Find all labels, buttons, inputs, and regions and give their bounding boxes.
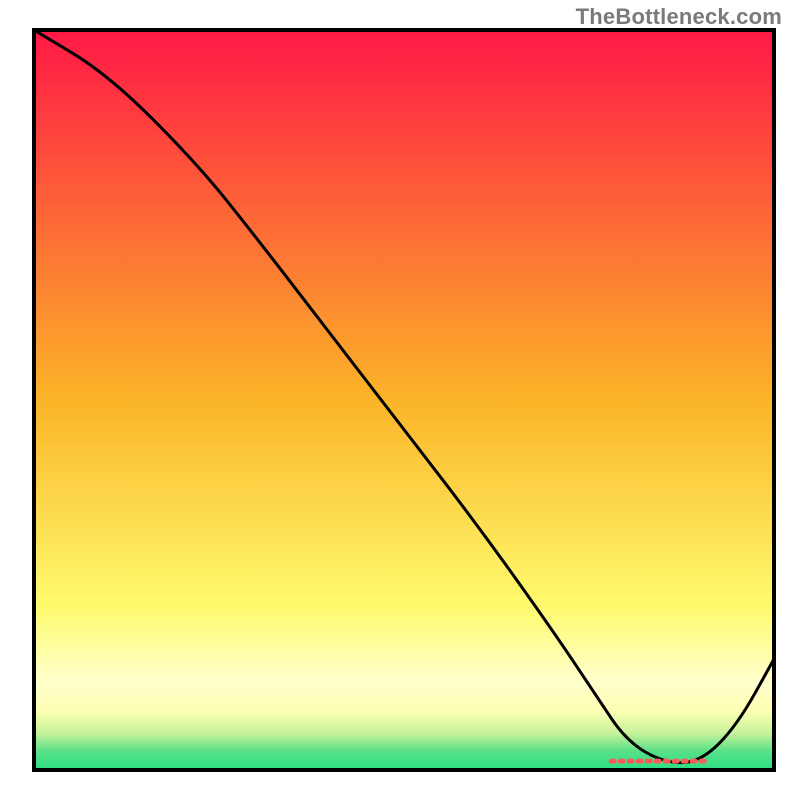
bottleneck-chart bbox=[0, 0, 800, 800]
chart-container: TheBottleneck.com bbox=[0, 0, 800, 800]
plot-background bbox=[34, 30, 774, 770]
